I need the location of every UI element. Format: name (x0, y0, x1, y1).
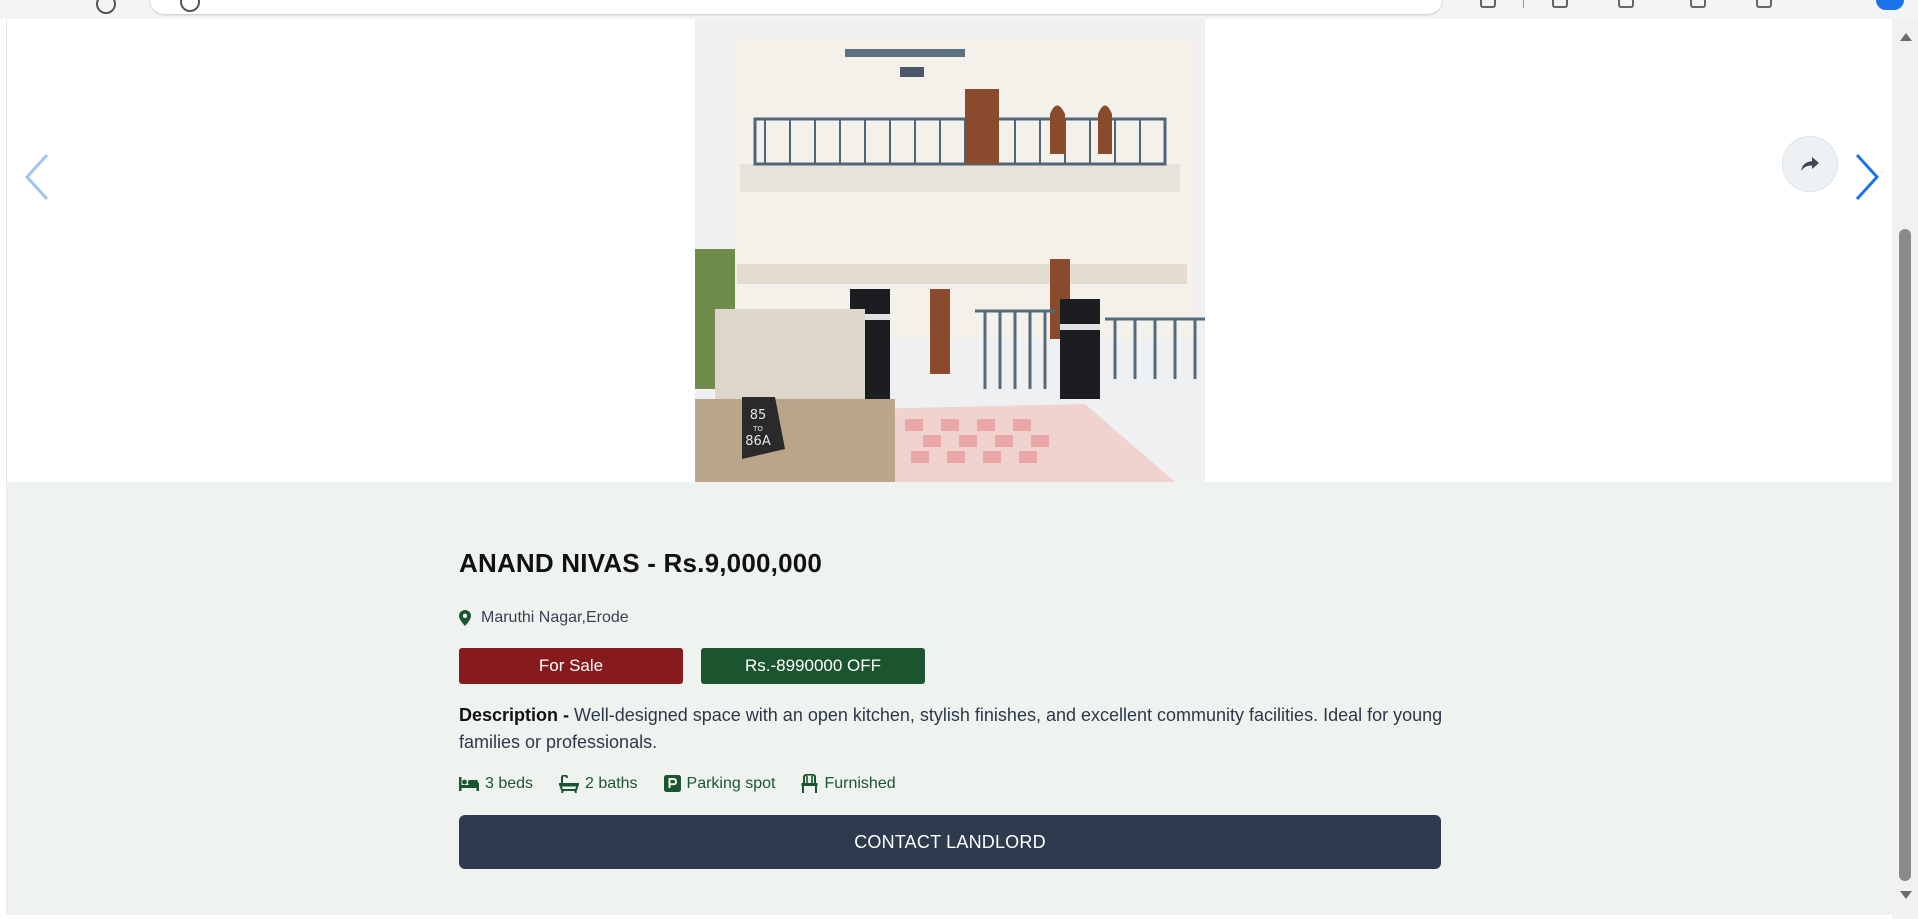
for-sale-badge: For Sale (459, 648, 683, 684)
listing-features: 3 beds 2 baths Parking spot Furnished (459, 774, 922, 793)
feature-parking: Parking spot (663, 774, 776, 793)
address-bar[interactable] (150, 0, 1442, 14)
house-illustration: 85 TO 86A (695, 19, 1205, 482)
svg-text:85: 85 (750, 408, 767, 423)
share-button[interactable] (1782, 136, 1838, 192)
carousel-next-button[interactable] (1847, 147, 1887, 207)
svg-text:TO: TO (752, 425, 763, 433)
info-icon[interactable] (96, 0, 116, 14)
feature-baths: 2 baths (559, 774, 638, 793)
site-info-icon[interactable] (180, 0, 200, 12)
location-text: Maruthi Nagar,Erode (481, 609, 629, 626)
favorites-icon[interactable] (1690, 0, 1706, 8)
property-detail-page: 85 TO 86A ANAND NIVAS - Rs.9,000,000 Mar… (6, 19, 1893, 915)
reading-list-icon[interactable] (1552, 0, 1568, 8)
discount-badge: Rs.-8990000 OFF (701, 648, 925, 684)
chevron-right-icon (1855, 153, 1880, 201)
scrollbar-thumb[interactable] (1899, 229, 1911, 881)
chevron-left-icon (24, 153, 49, 201)
svg-text:86A: 86A (745, 434, 771, 449)
feature-label: Parking spot (686, 774, 776, 792)
scroll-up-arrow-icon[interactable] (1900, 33, 1912, 41)
description-text: Well-designed space with an open kitchen… (459, 705, 1443, 752)
feature-label: Furnished (824, 774, 896, 792)
profile-icon[interactable] (1876, 0, 1904, 10)
feature-label: 3 beds (485, 774, 534, 792)
browser-toolbar (0, 0, 1918, 19)
description-label: Description - (459, 705, 570, 725)
contact-landlord-button[interactable]: CONTACT LANDLORD (459, 815, 1441, 869)
chair-icon (801, 774, 818, 793)
feature-label: 2 baths (585, 774, 638, 792)
listing-title: ANAND NIVAS - Rs.9,000,000 (459, 548, 823, 578)
property-photo-carousel: 85 TO 86A (7, 19, 1893, 482)
toolbar-divider (1523, 0, 1524, 8)
listing-location: Maruthi Nagar,Erode (459, 609, 629, 627)
carousel-prev-button[interactable] (17, 147, 57, 207)
feature-beds: 3 beds (459, 775, 533, 793)
bath-icon (559, 774, 580, 793)
scroll-down-arrow-icon[interactable] (1900, 891, 1912, 899)
parking-icon (663, 775, 681, 792)
bed-icon (459, 776, 479, 791)
browser-extension-icon[interactable] (1756, 0, 1772, 8)
vertical-scrollbar[interactable] (1892, 19, 1918, 919)
listing-description: Description - Well-designed space with a… (459, 702, 1449, 756)
property-photo: 85 TO 86A (695, 19, 1205, 482)
collections-icon[interactable] (1618, 0, 1634, 8)
listing-details: ANAND NIVAS - Rs.9,000,000 Maruthi Nagar… (7, 482, 1893, 915)
feature-furnished: Furnished (801, 774, 896, 793)
map-pin-icon (459, 610, 471, 626)
share-icon (1801, 157, 1819, 171)
extension-icon[interactable] (1480, 0, 1496, 8)
